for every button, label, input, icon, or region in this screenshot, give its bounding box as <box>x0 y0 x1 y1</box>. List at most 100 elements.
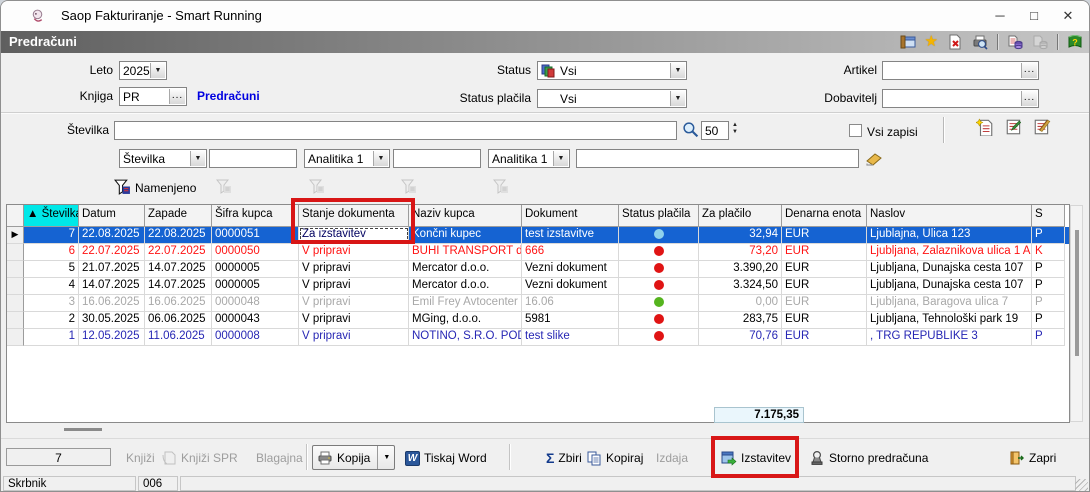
grid-cell[interactable]: 12.05.2025 <box>79 329 145 346</box>
grid-cell[interactable]: 0,00 <box>699 295 782 312</box>
grid-cell[interactable]: 5981 <box>522 312 619 329</box>
row-selector[interactable] <box>7 312 24 329</box>
grid-cell[interactable]: BUHI TRANSPORT d.o. <box>409 244 522 261</box>
status-select[interactable]: Vsi ▼ <box>537 61 687 80</box>
filter-funnel-icon[interactable] <box>493 178 509 194</box>
grid-cell[interactable] <box>619 227 699 244</box>
grid-cell[interactable]: EUR <box>782 295 867 312</box>
grid-cell[interactable]: V pripravi <box>299 278 409 295</box>
grid-cell[interactable]: 22.08.2025 <box>145 227 212 244</box>
dobavitelj-input[interactable]: ... <box>882 89 1039 108</box>
chevron-down-icon[interactable]: ▼ <box>670 91 685 106</box>
filter-funnel-icon[interactable] <box>309 178 325 194</box>
grid-vertical-scrollbar[interactable] <box>1070 205 1083 422</box>
grid-cell[interactable] <box>619 261 699 278</box>
column-header[interactable]: Stanje dokumenta <box>299 205 409 227</box>
column-header[interactable]: Dokument <box>522 205 619 227</box>
izstavitev-button[interactable]: Izstavitev <box>721 448 791 468</box>
grid-cell[interactable]: Mercator d.o.o. <box>409 261 522 278</box>
grid-cell[interactable]: P <box>1032 278 1065 295</box>
filter3-field-select[interactable]: Analitika 1 ▼ <box>488 149 570 168</box>
knjiga-lookup-button[interactable]: ... <box>169 89 185 104</box>
resize-grip[interactable] <box>1075 479 1088 491</box>
grid-cell[interactable]: 3.324,50 <box>699 278 782 295</box>
row-selector[interactable]: ▶ <box>7 227 24 244</box>
inline-editor-cell[interactable]: Za izstavitev <box>299 227 409 244</box>
maximize-button[interactable]: □ <box>1017 1 1051 31</box>
grid-cell[interactable]: 21.07.2025 <box>79 261 145 278</box>
filter3-value-input[interactable] <box>576 149 859 168</box>
dobavitelj-lookup-button[interactable]: ... <box>1021 91 1037 106</box>
grid-cell[interactable] <box>619 278 699 295</box>
grid-cell[interactable]: 6 <box>24 244 79 261</box>
grid-cell[interactable]: 16.06 <box>522 295 619 312</box>
vsi-zapisi-checkbox[interactable] <box>849 124 862 137</box>
column-settings-icon[interactable] <box>900 34 916 50</box>
edit-record-icon[interactable] <box>1005 118 1023 136</box>
kopija-button[interactable]: Kopija ▼ <box>312 445 396 470</box>
grid-cell[interactable]: 0000048 <box>212 295 299 312</box>
search-icon[interactable] <box>682 121 699 138</box>
grid-cell[interactable]: EUR <box>782 227 867 244</box>
grid-cell[interactable]: P <box>1032 329 1065 346</box>
grid-cell[interactable]: 16.06.2025 <box>79 295 145 312</box>
grid-cell[interactable]: Vezni dokument <box>522 278 619 295</box>
knjiga-link[interactable]: Predračuni <box>197 89 317 105</box>
grid-cell[interactable]: K <box>1032 244 1065 261</box>
grid-cell[interactable]: 0000005 <box>212 278 299 295</box>
grid-cell[interactable]: 16.06.2025 <box>145 295 212 312</box>
artikel-input[interactable]: ... <box>882 61 1039 80</box>
grid-cell[interactable]: V pripravi <box>299 244 409 261</box>
grid-cell[interactable]: 32,94 <box>699 227 782 244</box>
grid-cell[interactable]: EUR <box>782 261 867 278</box>
grid-cell[interactable]: 22.07.2025 <box>145 244 212 261</box>
print-preview-icon[interactable] <box>972 34 988 50</box>
column-header[interactable]: Naslov <box>867 205 1032 227</box>
grid-cell[interactable]: 3 <box>24 295 79 312</box>
grid-cell[interactable]: 5 <box>24 261 79 278</box>
delete-record-icon[interactable] <box>1033 118 1051 136</box>
row-selector[interactable] <box>7 261 24 278</box>
grid-cell[interactable]: 06.06.2025 <box>145 312 212 329</box>
leto-select[interactable]: 2025 ▼ <box>119 61 167 80</box>
grid-cell[interactable]: P <box>1032 312 1065 329</box>
grid-cell[interactable]: Končni kupec <box>409 227 522 244</box>
table-row[interactable]: 6 22.07.2025 22.07.2025 0000050 V pripravi BU… <box>7 244 1069 261</box>
chevron-down-icon[interactable]: ▼ <box>670 63 685 78</box>
chevron-down-icon[interactable]: ▼ <box>150 63 165 78</box>
grid-cell[interactable]: 11.06.2025 <box>145 329 212 346</box>
grid-cell[interactable]: 70,76 <box>699 329 782 346</box>
grid-cell[interactable] <box>619 312 699 329</box>
status-placila-select[interactable]: Vsi ▼ <box>537 89 687 108</box>
column-header[interactable]: Šifra kupca <box>212 205 299 227</box>
grid-cell[interactable]: V pripravi <box>299 329 409 346</box>
grid-cell[interactable] <box>619 329 699 346</box>
chevron-down-icon[interactable]: ▼ <box>553 151 568 166</box>
chevron-down-icon[interactable]: ▼ <box>373 151 388 166</box>
table-row[interactable]: 3 16.06.2025 16.06.2025 0000048 V pripravi Em… <box>7 295 1069 312</box>
grid-cell[interactable]: test izstavitve <box>522 227 619 244</box>
row-selector[interactable] <box>7 244 24 261</box>
grid-cell[interactable]: P <box>1032 227 1065 244</box>
grid-cell[interactable]: Ljubljana, Zalaznikova ulica 1 A <box>867 244 1032 261</box>
grid-cell[interactable]: 3.390,20 <box>699 261 782 278</box>
grid-cell[interactable]: V pripravi <box>299 312 409 329</box>
grid-cell[interactable]: 0000008 <box>212 329 299 346</box>
page-size-spinner[interactable]: ▲ ▼ <box>732 122 738 136</box>
grid-cell[interactable]: 0000005 <box>212 261 299 278</box>
filter-funnel-icon[interactable] <box>216 178 232 194</box>
grid-cell[interactable]: EUR <box>782 278 867 295</box>
grid-cell[interactable]: 666 <box>522 244 619 261</box>
grid-cell[interactable]: Ljubljana, Baragova ulica 7 <box>867 295 1032 312</box>
grid-cell[interactable]: P <box>1032 261 1065 278</box>
grid-cell[interactable]: 22.08.2025 <box>79 227 145 244</box>
grid-cell[interactable]: , TRG REPUBLIKE 3 <box>867 329 1032 346</box>
artikel-lookup-button[interactable]: ... <box>1021 63 1037 78</box>
insert-record-icon[interactable] <box>976 118 994 136</box>
grid-horizontal-scrollbar[interactable] <box>64 428 102 431</box>
filter-funnel-icon[interactable] <box>401 178 417 194</box>
filter2-value-input[interactable] <box>393 149 481 168</box>
filter2-field-select[interactable]: Analitika 1 ▼ <box>304 149 390 168</box>
favorites-star-icon[interactable]: ★ <box>925 34 938 50</box>
grid-cell[interactable]: MGing, d.o.o. <box>409 312 522 329</box>
